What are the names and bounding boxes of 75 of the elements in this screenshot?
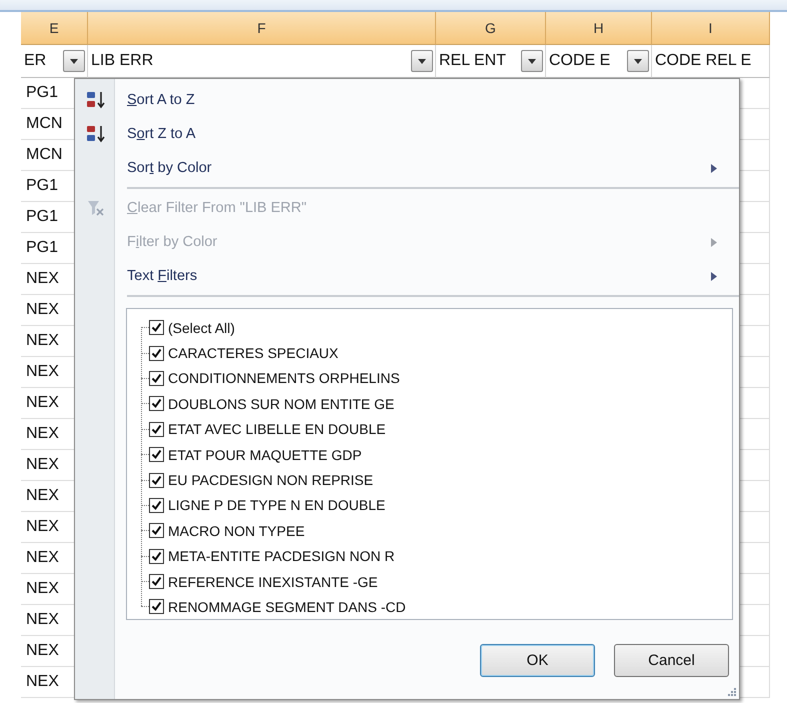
column-header[interactable]: E — [21, 12, 88, 45]
table-cell: NEX — [26, 518, 59, 536]
checkbox[interactable] — [149, 396, 164, 412]
caret-icon — [418, 58, 426, 64]
table-cell: NEX — [26, 611, 59, 629]
table-cell: NEX — [26, 425, 59, 443]
resize-grip-icon[interactable] — [726, 686, 736, 696]
table-cell: MCN — [26, 146, 62, 164]
submenu-arrow-icon — [711, 164, 717, 172]
checkbox[interactable] — [149, 548, 164, 564]
table-cell: NEX — [26, 487, 59, 505]
table-cell: NEX — [26, 270, 59, 288]
table-cell: PG1 — [26, 208, 58, 226]
table-cell: NEX — [26, 549, 59, 567]
menu-item[interactable]: Sort by Color — [76, 151, 739, 185]
value-item[interactable]: DOUBLONS SUR NOM ENTITE GE — [141, 391, 394, 417]
column-header[interactable]: I — [652, 12, 770, 45]
checkbox[interactable] — [149, 574, 164, 590]
table-cell: PG1 — [26, 177, 58, 195]
dialog-button[interactable]: Cancel — [614, 644, 729, 677]
table-cell: NEX — [26, 580, 59, 598]
checkbox[interactable] — [149, 346, 164, 361]
value-item[interactable]: META-ENTITE PACDESIGN NON R — [141, 544, 395, 569]
caret-icon — [634, 58, 642, 64]
value-item[interactable]: ETAT POUR MAQUETTE GDP — [141, 442, 362, 468]
caret-icon — [528, 58, 536, 64]
menu-item[interactable]: Text Filters — [76, 259, 739, 293]
checkbox[interactable] — [149, 599, 164, 614]
filter-dropdown-button[interactable] — [411, 50, 433, 72]
value-item[interactable]: ETAT AVEC LIBELLE EN DOUBLE — [141, 416, 386, 442]
checkbox[interactable] — [149, 472, 164, 488]
sort-descending-icon — [86, 125, 106, 143]
filter-dropdown-button[interactable] — [63, 50, 85, 72]
header-cell-text: CODE REL E — [655, 52, 752, 70]
dialog-button[interactable]: OK — [480, 644, 595, 677]
table-cell: PG1 — [26, 239, 58, 257]
column-header[interactable]: G — [436, 12, 546, 45]
header-cell-text: REL ENT — [439, 52, 507, 70]
menu-item[interactable]: Sort Z to A — [76, 117, 739, 151]
table-cell: NEX — [26, 332, 59, 350]
header-cell-text: CODE E — [549, 52, 612, 70]
menu-item[interactable]: Sort A to Z — [76, 83, 739, 117]
table-cell: NEX — [26, 456, 59, 474]
clear-filter-icon — [86, 200, 104, 216]
header-cell-text: ER — [24, 52, 48, 70]
value-item[interactable]: (Select All) — [141, 315, 235, 340]
checkbox[interactable] — [149, 370, 164, 386]
value-item[interactable]: CONDITIONNEMENTS ORPHELINS — [141, 366, 400, 392]
filter-dropdown-button[interactable] — [627, 50, 649, 72]
value-item[interactable]: EU PACDESIGN NON REPRISE — [141, 467, 374, 493]
header-cell-text: LIB ERR — [91, 52, 154, 70]
submenu-arrow-icon — [711, 238, 717, 246]
table-cell: MCN — [26, 115, 62, 133]
value-item[interactable]: RENOMMAGE SEGMENT DANS -CD — [141, 594, 406, 620]
table-cell: NEX — [26, 301, 59, 319]
table-cell: NEX — [26, 673, 59, 691]
table-cell: NEX — [26, 642, 59, 660]
filter-dropdown-button[interactable] — [521, 50, 543, 72]
column-header[interactable]: F — [88, 12, 436, 45]
submenu-arrow-icon — [711, 272, 717, 280]
value-item[interactable]: MACRO NON TYPEE — [141, 518, 305, 544]
sort-ascending-icon — [86, 91, 106, 109]
checkbox[interactable] — [149, 523, 164, 538]
checkbox[interactable] — [149, 320, 164, 336]
value-item[interactable]: REFERENCE INEXISTANTE -GE — [141, 568, 378, 594]
value-item[interactable]: LIGNE P DE TYPE N EN DOUBLE — [141, 492, 386, 518]
checkbox[interactable] — [149, 422, 164, 437]
table-cell: PG1 — [26, 84, 58, 102]
checkbox[interactable] — [149, 447, 164, 462]
caret-icon — [70, 58, 78, 64]
value-item[interactable]: CARACTERES SPECIAUX — [141, 340, 338, 366]
table-cell: NEX — [26, 363, 59, 381]
column-header[interactable]: H — [546, 12, 652, 45]
table-cell: NEX — [26, 394, 59, 412]
checkbox[interactable] — [149, 498, 164, 513]
